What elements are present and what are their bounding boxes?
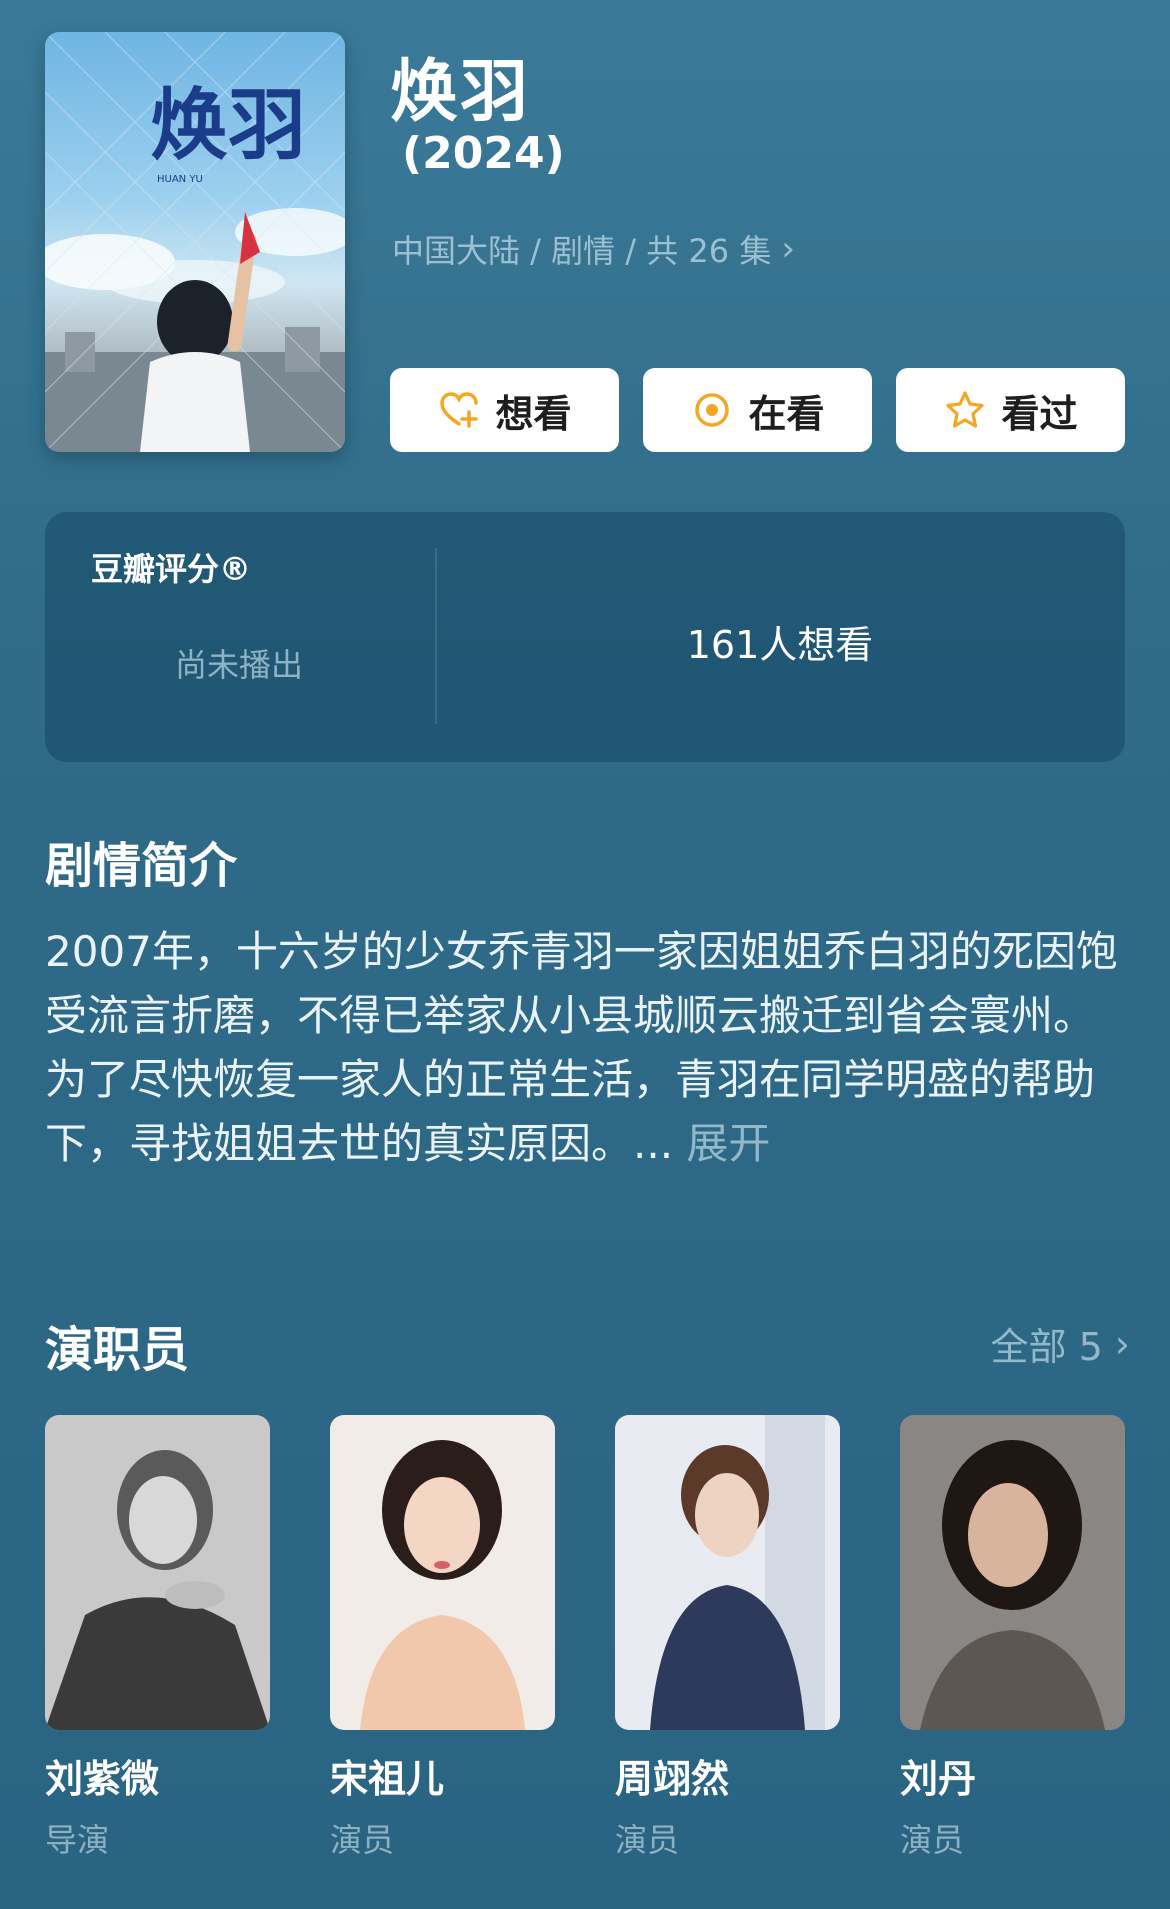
poster-title: 焕羽 [150, 80, 306, 171]
cast-name: 周翊然 [615, 1757, 730, 1801]
show-title: 焕羽 [390, 53, 531, 132]
synopsis-text: 2007年，十六岁的少女乔青羽一家因姐姐乔白羽的死因饱受流言折磨，不得已举家从小… [45, 927, 1118, 1168]
cast-name: 刘紫微 [45, 1757, 160, 1801]
show-meta-text: 中国大陆 / 剧情 / 共 26 集 [392, 232, 772, 270]
watched-button[interactable]: 看过 [896, 368, 1125, 452]
rating-label: 豆瓣评分® [91, 550, 252, 588]
cast-role: 演员 [615, 1821, 680, 1859]
want-label: 想看 [495, 391, 572, 436]
cast-photo [615, 1415, 840, 1730]
show-meta-link[interactable]: 中国大陆 / 剧情 / 共 26 集 › [392, 226, 795, 272]
poster-subtitle: HUAN YU [157, 174, 203, 185]
show-year: (2024) [402, 128, 565, 179]
rating-card[interactable]: 豆瓣评分® 尚未播出 161人想看 [45, 512, 1125, 762]
chevron-right-icon: › [781, 229, 795, 269]
cast-name: 刘丹 [900, 1757, 977, 1801]
cast-member[interactable]: 周翊然 演员 [615, 1415, 840, 1861]
expand-link[interactable]: 展开 [686, 1119, 770, 1168]
poster-image[interactable]: 焕羽 HUAN YU [45, 32, 345, 452]
synopsis-text-block: 2007年，十六岁的少女乔青羽一家因姐姐乔白羽的死因饱受流言折磨，不得已举家从小… [45, 920, 1135, 1176]
cast-member[interactable]: 刘丹 演员 [900, 1415, 1125, 1861]
cast-photo [330, 1415, 555, 1730]
want-to-watch-button[interactable]: 想看 [390, 368, 619, 452]
wish-count: 161人想看 [686, 623, 874, 667]
action-buttons: 想看 在看 看过 [390, 368, 1125, 452]
cast-photo [45, 1415, 270, 1730]
cast-photo [900, 1415, 1125, 1730]
cast-list: 刘紫微 导演 宋祖儿 演员 周翊然 演员 刘丹 演员 [45, 1415, 1125, 1861]
cast-role: 演员 [330, 1821, 395, 1859]
cast-member[interactable]: 宋祖儿 演员 [330, 1415, 555, 1861]
heart-plus-icon [440, 392, 479, 428]
chevron-right-icon: › [1114, 1321, 1130, 1366]
watching-label: 在看 [748, 391, 825, 436]
watching-button[interactable]: 在看 [643, 368, 872, 452]
cast-name: 宋祖儿 [330, 1757, 445, 1801]
cast-role: 导演 [45, 1821, 110, 1859]
synopsis-heading: 剧情简介 [45, 838, 238, 894]
movie-detail-page: 焕羽 HUAN YU 焕羽 (2024) 中国大陆 / 剧情 / 共 26 集 … [0, 0, 1170, 1909]
cast-heading: 演职员 [45, 1322, 190, 1378]
cast-role: 演员 [900, 1821, 965, 1859]
target-icon [695, 393, 730, 427]
watched-label: 看过 [1001, 391, 1078, 436]
star-icon [946, 391, 985, 428]
rating-status: 尚未播出 [175, 646, 304, 684]
cast-member[interactable]: 刘紫微 导演 [45, 1415, 270, 1861]
see-all-cast-link[interactable]: 全部 5 › [991, 1316, 1130, 1371]
see-all-label: 全部 5 [990, 1325, 1103, 1369]
